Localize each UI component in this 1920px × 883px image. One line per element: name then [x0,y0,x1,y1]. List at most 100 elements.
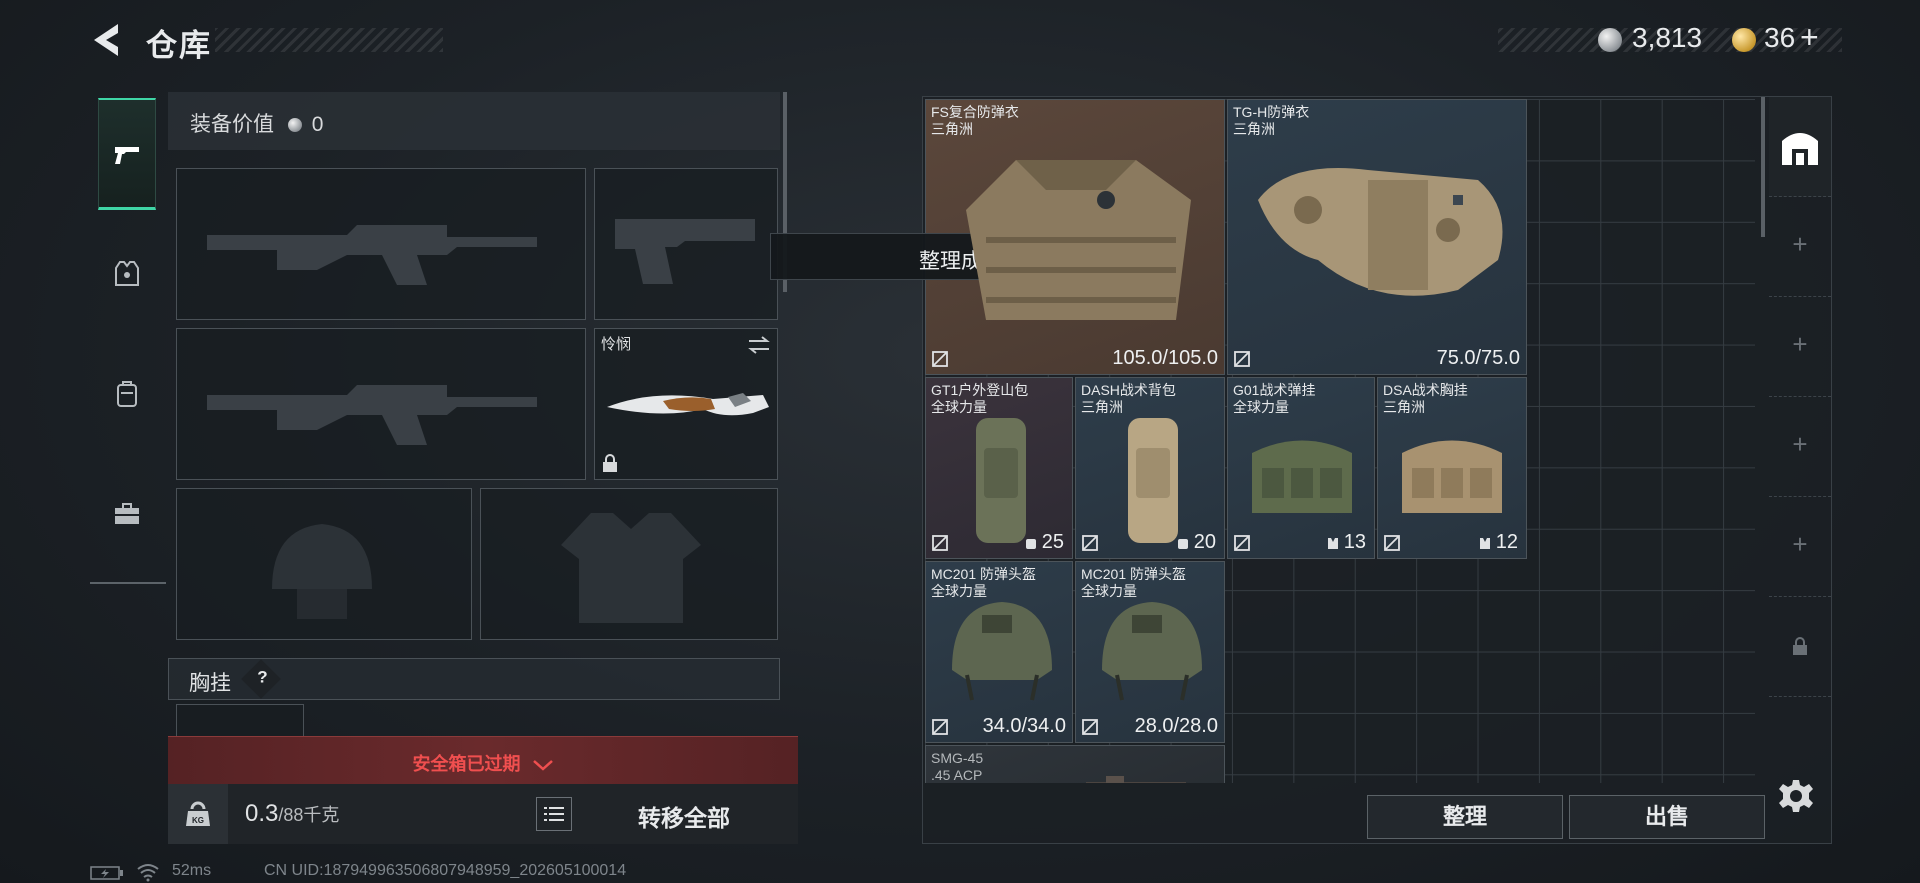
karambit-knife-icon [607,393,769,416]
weight-icon: KG [168,784,228,844]
help-icon[interactable]: ? [241,659,281,699]
sell-button[interactable]: 出售 [1569,795,1765,839]
list-icon [544,807,564,821]
item-name-dash: DASH战术背包 三角洲 [1081,382,1176,416]
header: 仓库 3,813 36 + [0,0,1920,80]
kettlebell-icon: KG [186,801,210,826]
carry-weight: 0.3/88千克 [245,800,339,828]
warehouse-icon [1782,133,1818,165]
swap-icon[interactable] [747,335,771,355]
back-arrow-icon[interactable] [88,20,124,60]
pistol-silhouette-icon [615,219,755,284]
unfit-slot-icon [932,535,948,551]
smg-item-icon [1086,776,1186,783]
chest-rig-item-icon [1252,440,1352,513]
add-warehouse-tab-1[interactable]: + [1769,197,1831,297]
help-icon-glyph: ? [257,667,268,687]
warehouse-tabs: + + + + [1769,97,1831,781]
equipment-value-label: 装备价值 [190,113,274,136]
page-title: 仓库 [146,28,212,63]
safe-box-expired-bar[interactable]: 安全箱已过期 [168,736,798,784]
item-capacity: 12 [1478,531,1518,554]
item-source: .45 ACP [931,767,983,783]
item-title: DSA战术胸挂 [1383,382,1468,398]
item-name-smg45: SMG-45.45 ACP [931,750,983,783]
locked-warehouse-tab[interactable] [1769,597,1831,697]
body-armor-icon [966,160,1191,320]
secondary-weapon-slot[interactable] [176,328,586,480]
inventory-item-g01-rig[interactable]: G01战术弹挂 全球力量 13 [1227,377,1375,559]
sidearm-slot[interactable] [594,168,778,320]
nav-item-backpack[interactable] [98,338,156,450]
item-title: SMG-45 [931,750,984,766]
unfit-slot-icon [1384,535,1400,551]
item-capacity-value: 12 [1495,531,1518,553]
item-source: 三角洲 [1383,399,1425,415]
backpack-capacity-icon [1025,538,1036,549]
nav-item-weapons[interactable] [98,98,156,210]
rifle-silhouette-icon [207,225,537,285]
unfit-slot-icon [932,351,948,367]
inventory-item-dash-backpack[interactable]: DASH战术背包 三角洲 20 [1075,377,1225,559]
unfit-slot-icon [1234,351,1250,367]
item-durability: 28.0/28.0 [1134,715,1218,737]
transfer-all-button[interactable]: 转移全部 [638,799,730,833]
nav-item-tools[interactable] [98,458,156,570]
lock-icon [603,454,617,472]
weight-max: /88千克 [278,805,340,825]
header-decor-left [215,28,443,52]
chest-rig-slot[interactable] [176,704,304,738]
warehouse-scrollbar[interactable] [1761,97,1765,237]
inventory-item-mc201-helmet-1[interactable]: MC201 防弹头盔 全球力量 34.0/34.0 [925,561,1073,743]
gold-coin-icon [1732,28,1756,52]
warehouse-grid: FS复合防弹衣 三角洲 105.0/105.0 TG-H防弹衣 三角洲 75.0… [925,99,1755,783]
inventory-item-dsa-rig[interactable]: DSA战术胸挂 三角洲 12 [1377,377,1527,559]
network-ping: 52ms [172,862,212,879]
item-capacity: 13 [1326,531,1366,554]
rig-capacity-icon [1479,537,1490,549]
item-durability: 34.0/34.0 [982,715,1066,737]
item-name-mc201-1: MC201 防弹头盔 全球力量 [931,566,1036,600]
add-warehouse-tab-4[interactable]: + [1769,497,1831,597]
nav-item-gear[interactable] [98,218,156,330]
gold-currency-amount: 36 [1764,22,1796,53]
inventory-item-smg45[interactable]: SMG-45.45 ACP [925,745,1225,783]
inventory-item-fs-vest[interactable]: FS复合防弹衣 三角洲 105.0/105.0 [925,99,1225,375]
add-warehouse-tab-2[interactable]: + [1769,297,1831,397]
warehouse-panel: FS复合防弹衣 三角洲 105.0/105.0 TG-H防弹衣 三角洲 75.0… [922,96,1832,844]
inventory-item-mc201-helmet-2[interactable]: MC201 防弹头盔 全球力量 28.0/28.0 [1075,561,1225,743]
helmet-slot[interactable] [176,488,472,640]
item-source: 全球力量 [1081,583,1137,599]
sort-button[interactable]: 整理 [1367,795,1563,839]
wifi-icon [137,864,159,882]
item-title: MC201 防弹头盔 [1081,566,1187,582]
item-source: 三角洲 [1233,121,1275,137]
melee-slot[interactable]: 怜悯 [594,328,778,480]
silver-currency-amount: 3,813 [1632,22,1703,53]
warehouse-tab-main[interactable] [1769,97,1831,197]
chest-rig-header: 胸挂 ? [168,658,780,700]
item-title: MC201 防弹头盔 [931,566,1037,582]
inventory-item-gt1-backpack[interactable]: GT1户外登山包 全球力量 25 [925,377,1073,559]
item-capacity: 20 [1176,531,1216,554]
kg-label: KG [192,816,204,825]
item-name-gt1: GT1户外登山包 全球力量 [931,382,1028,416]
body-armor-icon [1258,168,1503,296]
chevron-down-icon [532,760,553,771]
primary-weapon-slot[interactable] [176,168,586,320]
chest-rig-item-icon [1402,440,1502,513]
armor-slot[interactable] [480,488,778,640]
backpack-item-icon [976,418,1026,543]
item-source: 三角洲 [931,121,973,137]
add-currency-button[interactable]: + [1800,19,1819,56]
list-view-button[interactable] [536,797,572,831]
inventory-item-tgh-vest[interactable]: TG-H防弹衣 三角洲 75.0/75.0 [1227,99,1527,375]
item-capacity-value: 20 [1193,531,1216,553]
settings-gear-icon[interactable] [1778,778,1814,814]
melee-name: 怜悯 [601,336,632,353]
backpack-icon [117,381,137,407]
helmet-silhouette-icon [272,524,372,619]
add-warehouse-tab-3[interactable]: + [1769,397,1831,497]
rifle-silhouette-icon [207,385,537,445]
category-nav [90,90,166,584]
